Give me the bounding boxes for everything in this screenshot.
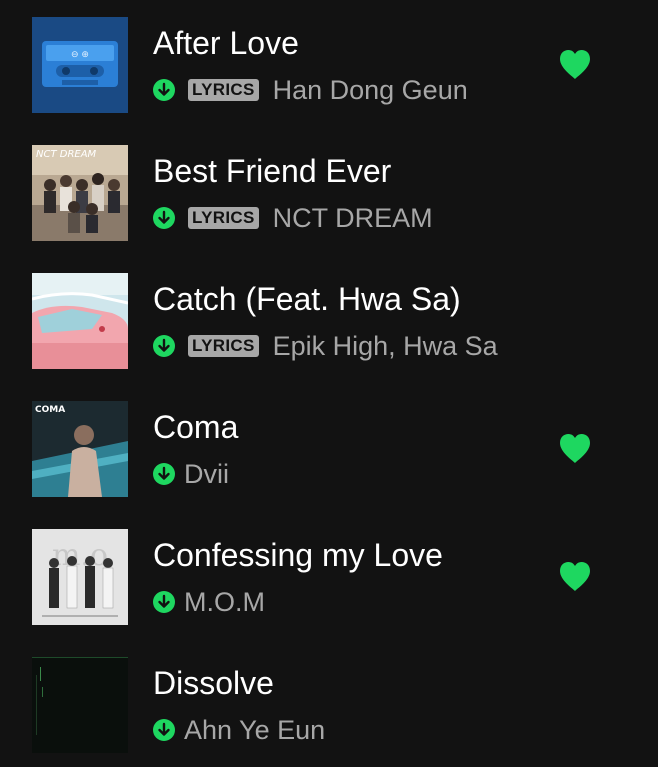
track-title: Dissolve xyxy=(153,665,274,701)
album-art: COMA xyxy=(32,401,128,497)
lyrics-badge: LYRICS xyxy=(188,335,259,357)
svg-text:⊖ ⊕: ⊖ ⊕ xyxy=(71,50,89,60)
album-art-text: COMA xyxy=(35,405,65,415)
track-artist[interactable]: Epik High, Hwa Sa xyxy=(273,331,498,362)
downloaded-icon xyxy=(153,591,175,613)
track-title: Best Friend Ever xyxy=(153,153,392,189)
liked-heart-icon[interactable] xyxy=(558,432,592,464)
track-title: Catch (Feat. Hwa Sa) xyxy=(153,281,461,317)
album-art xyxy=(32,657,128,753)
track-artist[interactable]: NCT DREAM xyxy=(273,203,433,234)
track-row[interactable]: ⊖ ⊕ After Love LYRICS Han Dong Geun xyxy=(0,0,658,128)
downloaded-icon xyxy=(153,335,175,357)
track-meta: Dvii xyxy=(153,457,229,491)
track-title: Coma xyxy=(153,409,239,445)
track-row[interactable]: m.o Confessing my Love M.O.M xyxy=(0,512,658,640)
album-art-text: NCT DREAM xyxy=(36,149,97,160)
downloaded-icon xyxy=(153,463,175,485)
track-artist[interactable]: Ahn Ye Eun xyxy=(184,715,325,746)
track-list: ⊖ ⊕ After Love LYRICS Han Dong Geun NCT … xyxy=(0,0,658,767)
album-art: NCT DREAM xyxy=(32,145,128,241)
track-meta: M.O.M xyxy=(153,585,265,619)
track-meta: LYRICS NCT DREAM xyxy=(153,201,433,235)
downloaded-icon xyxy=(153,79,175,101)
track-meta: LYRICS Epik High, Hwa Sa xyxy=(153,329,498,363)
album-art xyxy=(32,273,128,369)
track-meta: LYRICS Han Dong Geun xyxy=(153,73,468,107)
track-row[interactable]: NCT DREAM Best Friend Ever LYRICS NCT DR… xyxy=(0,128,658,256)
track-row[interactable]: Catch (Feat. Hwa Sa) LYRICS Epik High, H… xyxy=(0,256,658,384)
track-artist[interactable]: Dvii xyxy=(184,459,229,490)
liked-heart-icon[interactable] xyxy=(558,560,592,592)
liked-heart-icon[interactable] xyxy=(558,48,592,80)
track-row[interactable]: Dissolve Ahn Ye Eun xyxy=(0,640,658,767)
svg-text:m.o: m.o xyxy=(52,538,108,573)
track-title: Confessing my Love xyxy=(153,537,443,573)
downloaded-icon xyxy=(153,719,175,741)
track-artist[interactable]: M.O.M xyxy=(184,587,265,618)
lyrics-badge: LYRICS xyxy=(188,79,259,101)
album-art: ⊖ ⊕ xyxy=(32,17,128,113)
album-art: m.o xyxy=(32,529,128,625)
track-artist[interactable]: Han Dong Geun xyxy=(273,75,468,106)
track-meta: Ahn Ye Eun xyxy=(153,713,325,747)
downloaded-icon xyxy=(153,207,175,229)
track-title: After Love xyxy=(153,25,299,61)
lyrics-badge: LYRICS xyxy=(188,207,259,229)
track-row[interactable]: COMA Coma Dvii xyxy=(0,384,658,512)
